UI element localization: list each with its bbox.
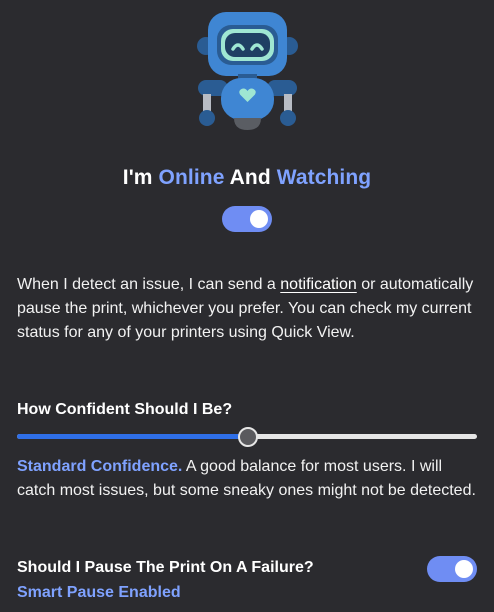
- confidence-level-name: Standard Confidence.: [17, 458, 183, 475]
- confidence-label: How Confident Should I Be?: [17, 401, 233, 418]
- watching-toggle[interactable]: [222, 206, 272, 232]
- page-title: I'm Online And Watching: [0, 166, 494, 190]
- description-part1: When I detect an issue, I can send a: [17, 276, 281, 293]
- confidence-description: Standard Confidence. A good balance for …: [17, 455, 482, 503]
- title-online: Online: [158, 166, 225, 189]
- slider-thumb[interactable]: [238, 427, 258, 447]
- pause-toggle[interactable]: [427, 556, 477, 582]
- robot-mascot-icon: [190, 8, 305, 136]
- pause-label: Should I Pause The Print On A Failure?: [17, 559, 314, 576]
- toggle-knob: [250, 210, 268, 228]
- toggle-knob: [455, 560, 473, 578]
- confidence-slider[interactable]: [17, 427, 477, 447]
- title-prefix: I'm: [122, 166, 159, 189]
- title-and: And: [224, 166, 277, 189]
- description-text: When I detect an issue, I can send a not…: [17, 273, 487, 345]
- notification-link[interactable]: notification: [280, 276, 357, 293]
- slider-fill: [17, 434, 247, 439]
- title-watching: Watching: [276, 166, 372, 189]
- pause-status: Smart Pause Enabled: [17, 584, 181, 601]
